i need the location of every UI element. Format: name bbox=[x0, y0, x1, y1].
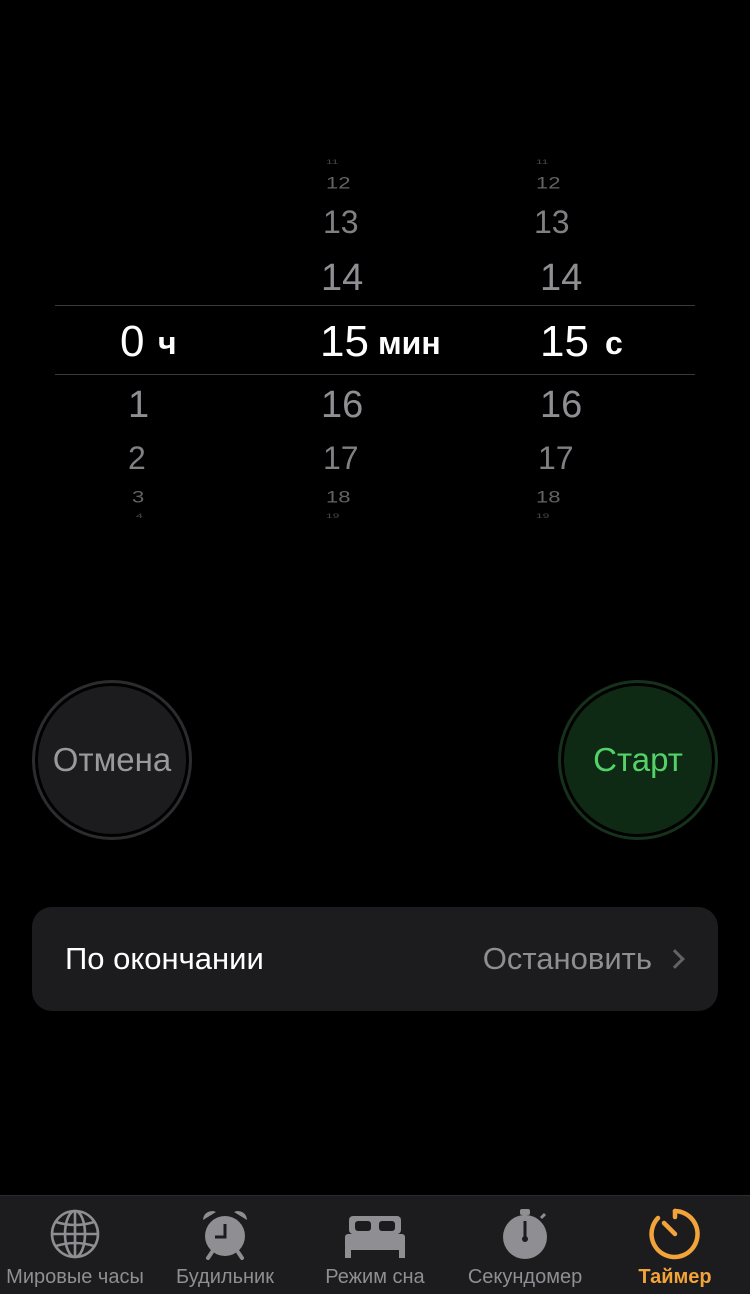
tab-timer[interactable]: Таймер bbox=[600, 1196, 750, 1294]
seconds-wheel[interactable]: 11 12 13 14 15 с 16 17 18 19 bbox=[530, 150, 730, 530]
tab-bar: Мировые часы Будильник Режим сна Секундо… bbox=[0, 1195, 750, 1294]
seconds-item: 17 bbox=[538, 440, 574, 476]
minutes-item: 12 bbox=[326, 173, 351, 192]
chevron-right-icon bbox=[665, 949, 685, 969]
tab-label: Секундомер bbox=[467, 1266, 583, 1288]
alarm-clock-icon bbox=[203, 1211, 247, 1260]
seconds-item: 19 bbox=[536, 512, 550, 520]
tab-label: Режим сна bbox=[325, 1266, 425, 1288]
start-button-label: Старт bbox=[564, 686, 712, 834]
minutes-item: 13 bbox=[323, 204, 359, 240]
seconds-item: 12 bbox=[536, 173, 561, 192]
when-timer-ends-value: Остановить bbox=[482, 941, 652, 976]
hours-item: 3 bbox=[132, 487, 145, 506]
when-timer-ends-label: По окончании bbox=[65, 941, 264, 976]
hours-item: 2 bbox=[128, 440, 146, 476]
minutes-item: 16 bbox=[321, 384, 364, 426]
seconds-item: 13 bbox=[534, 204, 570, 240]
hours-item: 4 bbox=[136, 512, 143, 520]
hours-item: 1 bbox=[128, 384, 150, 426]
tab-stopwatch[interactable]: Секундомер bbox=[450, 1196, 600, 1294]
seconds-item: 16 bbox=[540, 384, 583, 426]
minutes-item: 19 bbox=[326, 512, 340, 520]
globe-icon bbox=[50, 1209, 100, 1259]
hours-wheel[interactable]: 0 ч 1 2 3 4 bbox=[60, 150, 260, 530]
timer-icon bbox=[649, 1208, 700, 1260]
minutes-item: 14 bbox=[321, 257, 364, 299]
minutes-item: 11 bbox=[326, 158, 339, 166]
tab-label: Таймер bbox=[638, 1266, 712, 1288]
tab-sleep[interactable]: Режим сна bbox=[300, 1196, 450, 1294]
minutes-item: 17 bbox=[323, 440, 359, 476]
cancel-button-label: Отмена bbox=[38, 686, 186, 834]
timer-screen: 0 ч 1 2 3 4 11 12 13 14 15 мин 16 17 18 … bbox=[0, 0, 750, 1294]
bed-icon bbox=[345, 1216, 405, 1258]
tab-world-clock[interactable]: Мировые часы bbox=[0, 1196, 150, 1294]
duration-picker[interactable]: 0 ч 1 2 3 4 11 12 13 14 15 мин 16 17 18 … bbox=[0, 150, 750, 530]
minutes-wheel[interactable]: 11 12 13 14 15 мин 16 17 18 19 bbox=[310, 150, 510, 530]
tab-label: Будильник bbox=[176, 1266, 274, 1288]
when-timer-ends-value-group: Остановить bbox=[483, 941, 688, 977]
start-button[interactable]: Старт bbox=[558, 680, 718, 840]
seconds-item: 14 bbox=[540, 257, 583, 299]
tab-alarm[interactable]: Будильник bbox=[150, 1196, 300, 1294]
tab-label: Мировые часы bbox=[6, 1266, 144, 1288]
stopwatch-icon bbox=[503, 1209, 547, 1259]
minutes-item: 18 bbox=[326, 487, 351, 506]
when-timer-ends-row[interactable]: По окончании Остановить bbox=[32, 907, 718, 1011]
cancel-button[interactable]: Отмена bbox=[32, 680, 192, 840]
seconds-item: 18 bbox=[536, 487, 561, 506]
seconds-item: 11 bbox=[536, 158, 549, 166]
seconds-unit: с bbox=[605, 325, 623, 361]
